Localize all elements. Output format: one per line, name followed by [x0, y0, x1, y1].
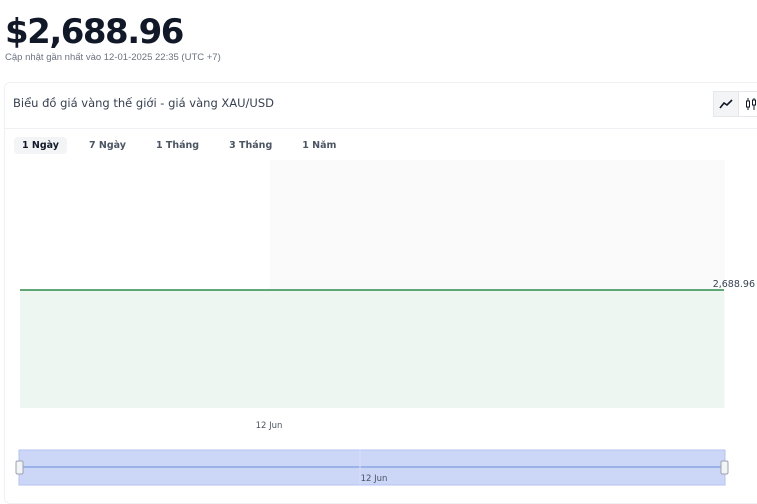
chart-title: Biểu đồ giá vàng thế giới - giá vàng XAU… — [13, 96, 275, 110]
line-chart-button[interactable] — [713, 91, 739, 117]
tab-3-months[interactable]: 3 Tháng — [221, 137, 280, 154]
time-range-tabs: 1 Ngày 7 Ngày 1 Tháng 3 Tháng 1 Năm — [14, 137, 352, 154]
tab-7-days[interactable]: 7 Ngày — [81, 137, 134, 154]
tab-1-month[interactable]: 1 Tháng — [148, 137, 207, 154]
tab-1-day[interactable]: 1 Ngày — [14, 137, 67, 154]
chart-card-header: Biểu đồ giá vàng thế giới - giá vàng XAU… — [5, 83, 757, 129]
last-updated-text: Cập nhật gần nhất vào 12-01-2025 22:35 (… — [5, 52, 221, 63]
line-chart-icon — [719, 99, 733, 109]
chart-type-toggle — [713, 91, 757, 117]
candlestick-icon — [746, 98, 756, 110]
candlestick-button[interactable] — [739, 91, 757, 117]
tab-1-year[interactable]: 1 Năm — [294, 137, 344, 154]
gold-price: $2,688.96 — [5, 12, 184, 52]
